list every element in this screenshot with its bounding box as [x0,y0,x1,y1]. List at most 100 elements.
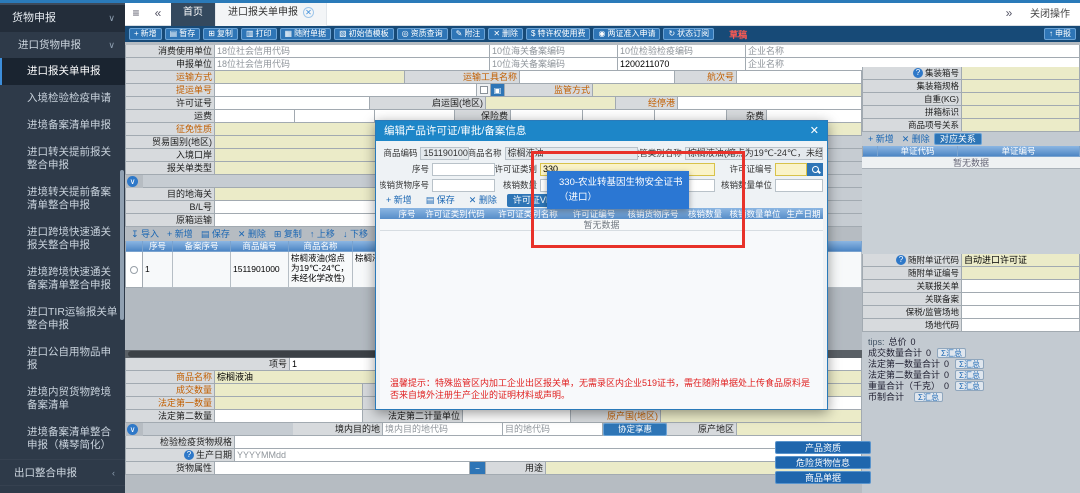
form-field[interactable] [962,106,1080,119]
initial-template-button[interactable]: ▧初始值模板 [334,28,394,40]
form-field[interactable]: 境内目的地代码 [383,423,503,436]
form-field[interactable] [215,84,477,97]
form-field[interactable] [737,71,862,84]
save-row-button[interactable]: ▤ 保存 [197,227,234,241]
doc-delete-button[interactable]: ✕ 删除 [898,132,934,146]
copy-row-button[interactable]: ⊞ 复制 [270,227,306,241]
form-field[interactable] [215,97,370,110]
tab-1[interactable]: 进口报关单申报✕ [216,0,327,26]
sum-button[interactable]: Σ汇总 [937,348,966,358]
sidebar-item-7[interactable]: 进口TIR运输报关单整合申报 [0,299,125,339]
sidebar-item-8[interactable]: 进口公自用物品申报 [0,339,125,379]
form-field[interactable] [295,110,375,123]
tab-0[interactable]: 首页 [171,0,216,26]
sidebar-item-6[interactable]: 进境跨境快速通关备案清单整合申报 [0,259,125,299]
form-field[interactable] [962,93,1080,106]
form-field[interactable] [962,80,1080,93]
move-down-button[interactable]: ↓ 下移 [339,227,372,241]
license-type-suggestion[interactable]: 330-农业转基因生物安全证书 （进口） [547,171,689,209]
form-field[interactable]: 18位社会信用代码 [215,45,490,58]
form-field[interactable] [215,462,470,475]
form-field[interactable] [678,97,862,110]
royalty-fee-button[interactable]: $特许权使用费 [526,28,590,40]
sidebar-group-import-goods[interactable]: 进口货物申报 ∨ [0,32,125,58]
move-up-button[interactable]: ↑ 上移 [306,227,339,241]
form-field[interactable]: 目的地代码 [503,423,603,436]
notes-button[interactable]: ✎附注 [451,28,486,40]
form-field[interactable] [432,179,495,192]
sum-button[interactable]: Σ汇总 [955,370,984,380]
sum-button[interactable]: Σ汇总 [955,359,984,369]
sum-button[interactable]: Σ汇总 [955,381,984,391]
form-field[interactable]: 18位社会信用代码 [215,58,490,71]
form-field[interactable] [593,84,862,97]
delete-button[interactable]: ✕删除 [488,28,523,40]
sidebar-item-5[interactable]: 进口跨境快速通关报关整合申报 [0,219,125,259]
sum-button[interactable]: Σ汇总 [914,392,943,402]
commodity-docs-button[interactable]: 商品单据 [775,471,871,484]
modal-save-button[interactable]: ▤ 保存 [422,194,459,207]
agreement-benefit-button[interactable]: 协定享惠 [603,423,667,436]
form-field[interactable] [215,410,363,423]
checkbox[interactable] [477,84,491,97]
sidebar-item-10[interactable]: 进境备案清单整合申报（横琴简化） [0,419,125,459]
form-field[interactable] [520,71,675,84]
form-field[interactable] [737,423,862,436]
form-field[interactable] [962,306,1080,319]
doc-add-button[interactable]: + 新增 [864,132,898,146]
copy-button[interactable]: ⊞复制 [203,28,238,40]
row-radio[interactable] [125,252,143,288]
form-field[interactable] [463,410,571,423]
tabs-scroll-left-icon[interactable]: « [147,6,169,20]
tab-close-icon[interactable]: ✕ [303,7,314,18]
detail-collapse-toggle[interactable]: ∨ [125,423,143,436]
temp-save-button[interactable]: ▤暂存 [165,28,201,40]
sidebar-item-0[interactable]: 进口报关单申报 [0,58,125,85]
form-field[interactable] [962,280,1080,293]
modal-delete-button[interactable]: ✕ 删除 [465,194,501,207]
product-qualification-button[interactable]: 产品资质 [775,441,871,454]
status-subscribe-button[interactable]: ↻状态订阅 [663,28,714,40]
sidebar-item-2[interactable]: 进境备案清单申报 [0,112,125,139]
form-field[interactable] [775,179,823,192]
form-field[interactable] [215,384,363,397]
new-button[interactable]: +新增 [129,28,162,40]
form-field[interactable]: 10位海关备案编码 [490,45,618,58]
form-field[interactable] [962,267,1080,280]
form-field[interactable]: 企业名称 [746,45,1080,58]
sidebar-item-1[interactable]: 入境检验检疫申请 [0,85,125,112]
tabs-scroll-right-icon[interactable]: » [998,6,1020,20]
sidebar-item-4[interactable]: 进境转关提前备案清单整合申报 [0,179,125,219]
form-field[interactable] [215,110,295,123]
form-field[interactable] [215,397,363,410]
form-field[interactable]: 10位海关备案编码 [490,58,618,71]
form-field[interactable] [962,293,1080,306]
form-field[interactable]: YYYYMMdd [235,449,862,462]
form-field[interactable] [432,163,495,176]
sidebar-root-goods-declaration[interactable]: 货物申报 ∨ [0,5,125,32]
doc-lookup-icon[interactable]: ▣ [491,84,505,97]
sidebar-item-9[interactable]: 进境内贸货物跨境备案清单 [0,379,125,419]
license-search-icon[interactable] [807,163,823,176]
modal-add-button[interactable]: + 新增 [382,194,416,207]
dangerous-goods-button[interactable]: 危险货物信息 [775,456,871,469]
form-field[interactable] [235,436,862,449]
sidebar-section-1[interactable]: 智能辅助申报‹ [0,485,125,493]
form-field[interactable] [962,319,1080,332]
form-field[interactable] [775,163,807,176]
minus-circle-icon[interactable]: − [470,462,486,475]
form-field[interactable]: 10位检验检疫编码 [618,45,746,58]
form-field[interactable] [215,71,405,84]
form-field[interactable] [661,410,862,423]
form-collapse-toggle[interactable]: ∨ [125,175,143,188]
relation-chip-button[interactable]: 对应关系 [934,133,982,145]
delete-row-button[interactable]: ✕ 删除 [234,227,270,241]
attached-docs-button[interactable]: ▦随附单据 [280,28,332,40]
qualification-query-button[interactable]: ◎资质查询 [397,28,448,40]
declare-button[interactable]: ↑ 申报 [1044,28,1076,40]
sidebar-item-3[interactable]: 进口转关提前报关整合申报 [0,139,125,179]
form-field[interactable] [486,97,616,110]
two-cert-access-button[interactable]: ◉两证准入申请 [593,28,660,40]
print-button[interactable]: ▥打印 [241,28,277,40]
add-row-button[interactable]: + 新增 [163,227,197,241]
